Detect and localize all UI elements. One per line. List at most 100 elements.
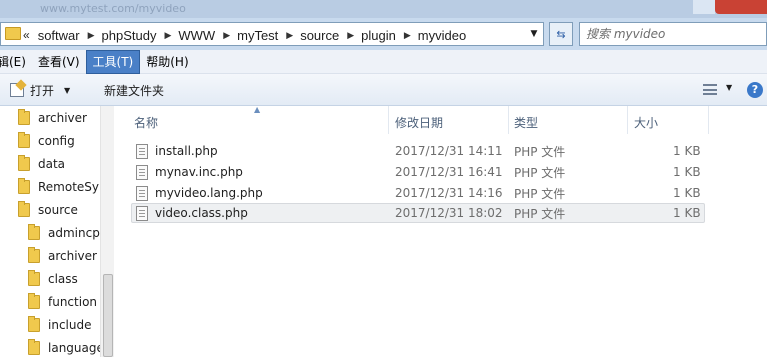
sidebar-item-config[interactable]: config [18, 131, 100, 151]
sidebar-item-language[interactable]: language [28, 338, 100, 357]
file-type: PHP 文件 [514, 165, 566, 180]
sidebar-item-remotesy[interactable]: RemoteSy [18, 177, 100, 197]
sidebar-item-label: function [48, 295, 98, 309]
menu-help[interactable]: 帮助(H) [140, 50, 194, 74]
sidebar-item-label: include [48, 318, 92, 332]
minimize-button[interactable] [693, 0, 715, 14]
file-list: ▲ 名称 修改日期 类型 大小 install.php 2017/12/31 1… [115, 105, 767, 357]
chevron-down-icon[interactable]: ▼ [726, 83, 732, 92]
file-type: PHP 文件 [514, 186, 566, 201]
breadcrumb-item[interactable]: myvideo [418, 28, 466, 43]
php-file-icon [136, 143, 148, 159]
chevron-down-icon[interactable]: ▼ [64, 86, 70, 95]
file-size: 1 KB [673, 144, 701, 158]
table-row[interactable]: video.class.php 2017/12/31 18:02 PHP 文件 … [131, 203, 705, 223]
sidebar-item-label: source [38, 203, 78, 217]
column-header-type[interactable]: 类型 [514, 110, 624, 134]
breadcrumb-item[interactable]: softwar [38, 28, 80, 43]
breadcrumb-arrow-icon[interactable]: ▶ [404, 30, 411, 41]
column-header-name[interactable]: 名称 [134, 110, 384, 134]
breadcrumb: « softwar ▶ phpStudy ▶ WWW ▶ myTest ▶ so… [23, 27, 466, 43]
file-name-cell: mynav.inc.php [136, 164, 243, 180]
menu-tools[interactable]: 工具(T) [85, 49, 141, 74]
file-date: 2017/12/31 16:41 [395, 165, 503, 179]
breadcrumb-arrow-icon[interactable]: ▶ [164, 30, 171, 41]
folder-icon [18, 201, 30, 217]
search-box[interactable] [579, 22, 767, 46]
sidebar-item-data[interactable]: data [18, 154, 100, 174]
file-name: myvideo.lang.php [155, 186, 263, 200]
breadcrumb-item[interactable]: source [300, 28, 339, 43]
menu-bar: 辑(E) 查看(V) 工具(T) 帮助(H) [0, 49, 767, 74]
sidebar-item-label: language [48, 341, 100, 355]
open-button[interactable]: 打开 ▼ [10, 80, 70, 100]
sidebar-item-archiver[interactable]: archiver [18, 108, 100, 128]
menu-view[interactable]: 查看(V) [32, 50, 86, 74]
sidebar-item-label: class [48, 272, 78, 286]
sidebar-item-label: config [38, 134, 75, 148]
navigation-pane: archiver config data RemoteSy source adm… [0, 106, 114, 357]
breadcrumb-item[interactable]: plugin [361, 28, 396, 43]
sidebar-item-include[interactable]: include [28, 315, 100, 335]
column-divider[interactable] [708, 106, 709, 134]
sidebar-item-label: archiver [38, 111, 87, 125]
file-type: PHP 文件 [514, 144, 566, 159]
file-size: 1 KB [673, 206, 701, 220]
sidebar-item-source[interactable]: source [18, 200, 100, 220]
file-type: PHP 文件 [514, 206, 566, 221]
address-dropdown-icon[interactable]: ▼ [525, 23, 543, 45]
breadcrumb-arrow-icon[interactable]: ▶ [347, 30, 354, 41]
view-options-icon[interactable] [703, 84, 717, 95]
breadcrumb-item[interactable]: phpStudy [102, 28, 157, 43]
folder-icon [18, 109, 30, 125]
open-label: 打开 [30, 83, 55, 98]
sidebar-item-archiver-sub[interactable]: archiver [28, 246, 100, 266]
window-title-bar: www.mytest.com/myvideo [0, 0, 767, 18]
command-bar: 打开 ▼ 新建文件夹 ▼ ? [0, 74, 767, 106]
php-file-icon [136, 185, 148, 201]
sidebar-item-admincp[interactable]: admincp [28, 223, 100, 243]
menu-edit[interactable]: 辑(E) [0, 50, 32, 74]
file-name-cell: video.class.php [136, 205, 248, 221]
sidebar-item-class[interactable]: class [28, 269, 100, 289]
column-divider[interactable] [508, 106, 509, 134]
file-name-cell: install.php [136, 143, 218, 159]
open-icon [10, 83, 24, 97]
table-row[interactable]: myvideo.lang.php 2017/12/31 14:16 PHP 文件… [131, 183, 705, 203]
folder-icon [18, 155, 30, 171]
column-header-size[interactable]: 大小 [634, 110, 704, 134]
file-name: mynav.inc.php [155, 165, 243, 179]
help-icon[interactable]: ? [747, 82, 763, 98]
navigation-scrollbar[interactable] [100, 106, 114, 357]
close-button[interactable] [715, 0, 767, 14]
scrollbar-thumb[interactable] [103, 274, 113, 357]
file-date: 2017/12/31 14:16 [395, 186, 503, 200]
column-header-date[interactable]: 修改日期 [395, 110, 505, 134]
breadcrumb-item[interactable]: myTest [237, 28, 278, 43]
table-row[interactable]: install.php 2017/12/31 14:11 PHP 文件 1 KB [131, 141, 705, 161]
address-bar[interactable]: « softwar ▶ phpStudy ▶ WWW ▶ myTest ▶ so… [0, 22, 544, 46]
window-title: www.mytest.com/myvideo [40, 2, 186, 15]
file-name-cell: myvideo.lang.php [136, 185, 263, 201]
breadcrumb-arrow-icon[interactable]: ▶ [286, 30, 293, 41]
breadcrumb-arrow-icon[interactable]: ▶ [223, 30, 230, 41]
new-folder-button[interactable]: 新建文件夹 [104, 80, 164, 100]
search-input[interactable] [586, 24, 766, 44]
breadcrumb-overflow-button[interactable]: « [23, 28, 30, 42]
column-divider[interactable] [388, 106, 389, 134]
php-file-icon [136, 164, 148, 180]
column-header-label: 修改日期 [395, 115, 444, 130]
new-folder-label: 新建文件夹 [104, 83, 165, 98]
sidebar-item-label: admincp [48, 226, 100, 240]
column-divider[interactable] [627, 106, 628, 134]
breadcrumb-arrow-icon[interactable]: ▶ [88, 30, 95, 41]
table-row[interactable]: mynav.inc.php 2017/12/31 16:41 PHP 文件 1 … [131, 162, 705, 182]
column-header-label: 名称 [134, 115, 159, 130]
sidebar-item-label: RemoteSy [38, 180, 100, 194]
folder-icon [28, 224, 40, 240]
breadcrumb-item[interactable]: WWW [178, 28, 215, 43]
sidebar-item-label: data [38, 157, 66, 171]
refresh-button[interactable]: ⇆ [549, 22, 573, 46]
sidebar-item-function[interactable]: function [28, 292, 100, 312]
address-row: « softwar ▶ phpStudy ▶ WWW ▶ myTest ▶ so… [0, 18, 767, 50]
